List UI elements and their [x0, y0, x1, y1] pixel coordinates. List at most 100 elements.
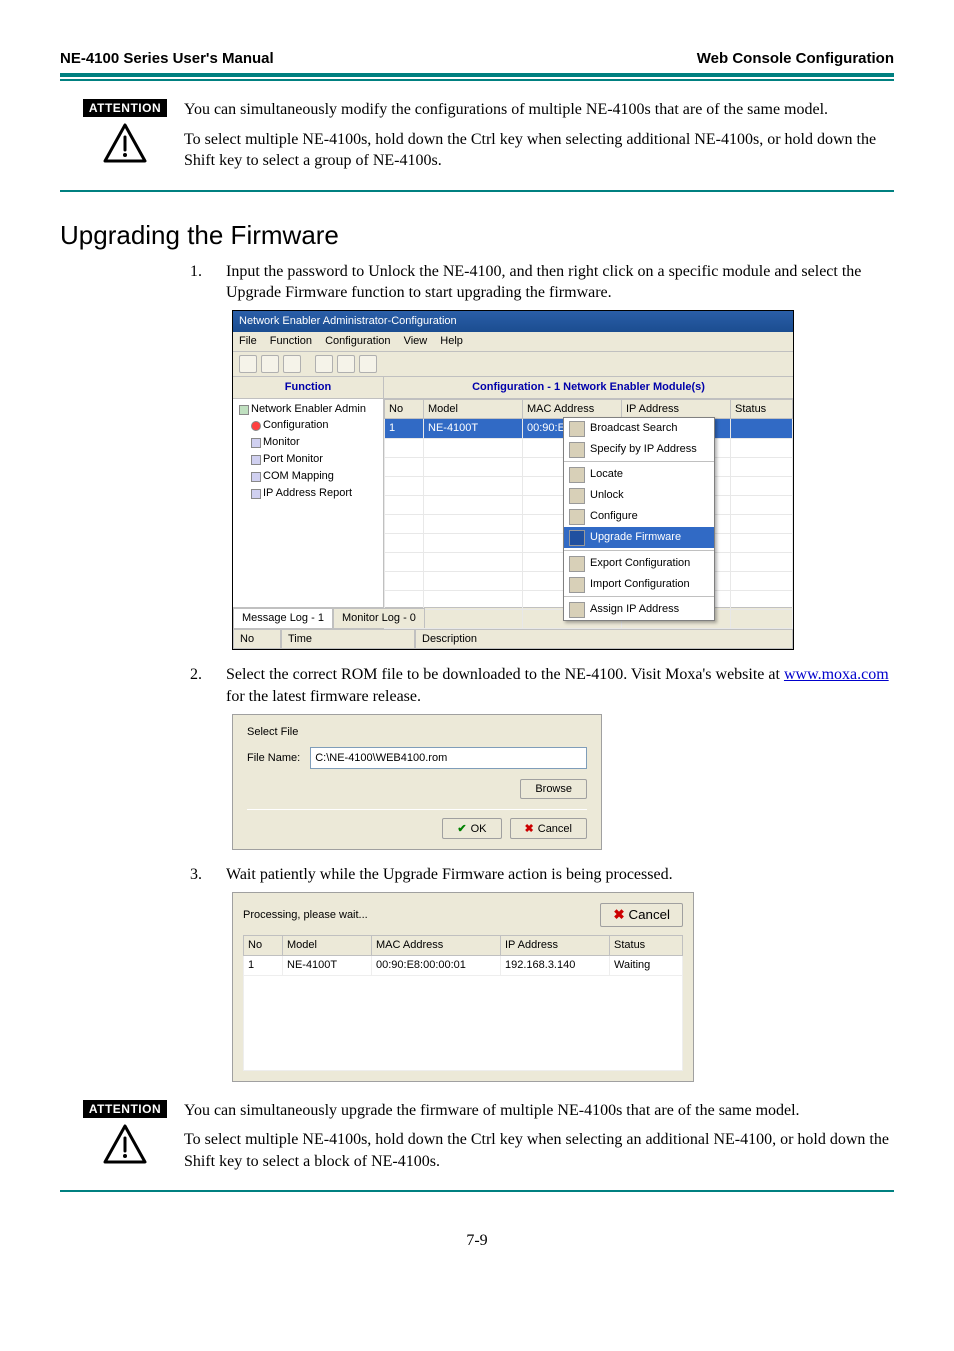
chapter-title: Web Console Configuration [697, 50, 894, 67]
function-tree: Function Network Enabler Admin Configura… [233, 377, 384, 607]
grid-title: Configuration - 1 Network Enabler Module… [384, 377, 793, 399]
ctx-upgrade-firmware[interactable]: Upgrade Firmware [564, 527, 714, 548]
ok-button[interactable]: ✔OK [442, 818, 501, 839]
menu-help[interactable]: Help [440, 335, 463, 347]
tree-item-ip-report[interactable]: IP Address Report [237, 485, 383, 502]
filename-input[interactable] [310, 747, 587, 769]
toolbar-button-3[interactable] [283, 355, 301, 373]
select-file-group-label: Select File [247, 725, 587, 740]
col-no: No [244, 935, 283, 955]
processing-dialog: Processing, please wait... ✖Cancel No Mo… [232, 892, 694, 1082]
cell-model: NE-4100T [283, 955, 372, 975]
col-model: Model [283, 935, 372, 955]
x-icon: ✖ [613, 907, 624, 923]
import-icon [569, 577, 585, 593]
check-icon: ✔ [457, 822, 466, 835]
ctx-export-config[interactable]: Export Configuration [564, 553, 714, 574]
cell-ip: 192.168.3.140 [501, 955, 610, 975]
ctx-locate[interactable]: Locate [564, 464, 714, 485]
step-text: Wait patiently while the Upgrade Firmwar… [226, 864, 673, 886]
toolbar-button-5[interactable] [337, 355, 355, 373]
toolbar-button-4[interactable] [315, 355, 333, 373]
step-number: 3. [190, 864, 208, 886]
attention-text-2b: To select multiple NE-4100s, hold down t… [184, 1129, 894, 1172]
ctx-assign-ip[interactable]: Assign IP Address [564, 599, 714, 620]
assign-ip-icon [569, 602, 585, 618]
select-file-dialog: Select File File Name: Browse ✔OK ✖Cance… [232, 714, 602, 851]
menu-view[interactable]: View [404, 335, 428, 347]
search-icon [569, 421, 585, 437]
col-no[interactable]: No [385, 399, 424, 419]
step-text: Input the password to Unlock the NE-4100… [226, 261, 894, 304]
browse-button[interactable]: Browse [520, 779, 587, 799]
toolbar-button-2[interactable] [261, 355, 279, 373]
header-rule-thin [60, 79, 894, 81]
cancel-button[interactable]: ✖Cancel [600, 903, 683, 927]
moxa-link[interactable]: www.moxa.com [784, 666, 889, 683]
unlock-icon [569, 488, 585, 504]
col-mac: MAC Address [372, 935, 501, 955]
step-3: 3. Wait patiently while the Upgrade Firm… [190, 864, 894, 886]
msg-col-desc: Description [415, 629, 793, 650]
section-heading: Upgrading the Firmware [60, 220, 894, 251]
attention-badge: ATTENTION [83, 1100, 167, 1118]
tree-item-configuration[interactable]: Configuration [237, 417, 383, 434]
x-icon: ✖ [525, 822, 534, 835]
tree-root[interactable]: Network Enabler Admin [237, 401, 383, 418]
ctx-import-config[interactable]: Import Configuration [564, 574, 714, 595]
tree-item-com-mapping[interactable]: COM Mapping [237, 468, 383, 485]
menubar: File Function Configuration View Help [233, 332, 793, 352]
toolbar-button-6[interactable] [359, 355, 377, 373]
ctx-unlock[interactable]: Unlock [564, 485, 714, 506]
cell-mac: 00:90:E8:00:00:01 [372, 955, 501, 975]
step-number: 1. [190, 261, 208, 304]
tab-message-log[interactable]: Message Log - 1 [233, 608, 333, 628]
admin-window: Network Enabler Administrator-Configurat… [232, 310, 794, 650]
divider-rule [60, 1190, 894, 1192]
tree-item-port-monitor[interactable]: Port Monitor [237, 451, 383, 468]
ctx-separator [564, 596, 714, 597]
cell-no: 1 [385, 419, 424, 439]
toolbar [233, 352, 793, 377]
page-header: NE-4100 Series User's Manual Web Console… [60, 50, 894, 73]
menu-configuration[interactable]: Configuration [325, 335, 390, 347]
cell-model: NE-4100T [424, 419, 523, 439]
progress-table: No Model MAC Address IP Address Status 1… [243, 935, 683, 1071]
tab-monitor-log[interactable]: Monitor Log - 0 [333, 608, 425, 628]
menu-file[interactable]: File [239, 335, 257, 347]
col-status: Status [610, 935, 683, 955]
export-icon [569, 556, 585, 572]
cancel-button[interactable]: ✖Cancel [510, 818, 587, 839]
ctx-specify-ip[interactable]: Specify by IP Address [564, 439, 714, 460]
ctx-configure[interactable]: Configure [564, 506, 714, 527]
processing-label: Processing, please wait... [243, 908, 368, 923]
cell-status: Waiting [610, 955, 683, 975]
table-spacer [244, 975, 683, 1070]
col-status[interactable]: Status [731, 399, 793, 419]
step-number: 2. [190, 664, 208, 707]
cell-status [731, 419, 793, 439]
ctx-separator [564, 550, 714, 551]
col-model[interactable]: Model [424, 399, 523, 419]
attention-block-1: ATTENTION You can simultaneously modify … [80, 99, 894, 180]
attention-text-1a: You can simultaneously modify the config… [184, 99, 894, 121]
msg-col-no: No [233, 629, 281, 650]
page-number: 7-9 [60, 1232, 894, 1250]
step-1: 1. Input the password to Unlock the NE-4… [190, 261, 894, 304]
ctx-broadcast-search[interactable]: Broadcast Search [564, 418, 714, 439]
tree-header: Function [233, 377, 383, 399]
table-row: 1 NE-4100T 00:90:E8:00:00:01 192.168.3.1… [244, 955, 683, 975]
step-2: 2. Select the correct ROM file to be dow… [190, 664, 894, 707]
target-icon [569, 442, 585, 458]
menu-function[interactable]: Function [270, 335, 312, 347]
locate-icon [569, 467, 585, 483]
context-menu: Broadcast Search Specify by IP Address L… [563, 417, 715, 622]
tree-item-monitor[interactable]: Monitor [237, 434, 383, 451]
ctx-separator [564, 461, 714, 462]
toolbar-button-1[interactable] [239, 355, 257, 373]
step-text: Select the correct ROM file to be downlo… [226, 664, 894, 707]
header-rule-thick [60, 73, 894, 77]
attention-badge: ATTENTION [83, 99, 167, 117]
msg-col-time: Time [281, 629, 415, 650]
message-columns: No Time Description [233, 628, 793, 650]
